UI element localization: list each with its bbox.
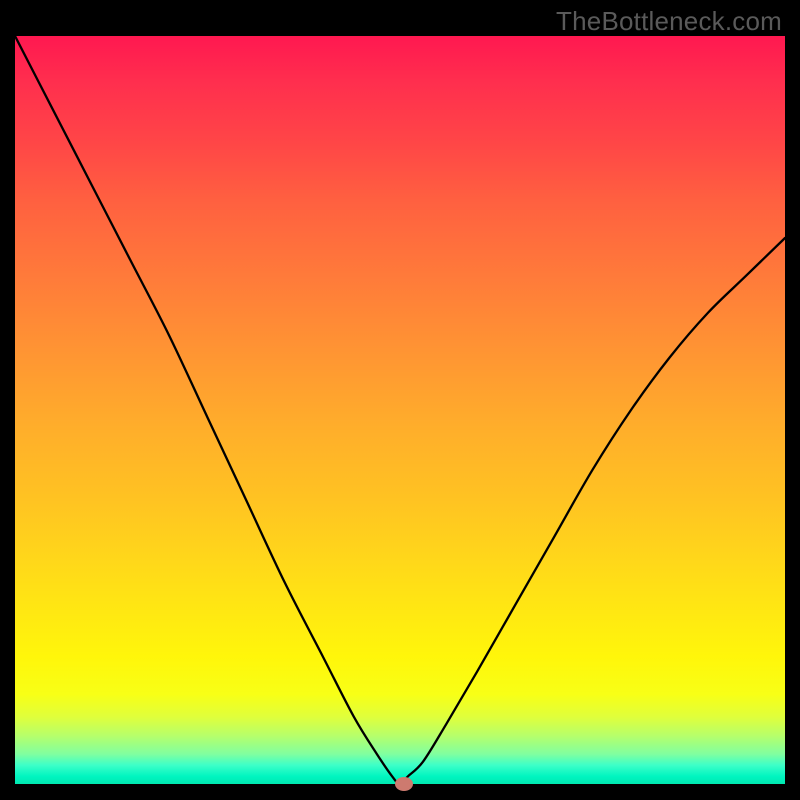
min-marker-dot [395, 777, 413, 791]
watermark-text: TheBottleneck.com [556, 6, 782, 37]
chart-area [15, 36, 785, 784]
bottleneck-curve [15, 36, 785, 784]
curve-layer [15, 36, 785, 784]
